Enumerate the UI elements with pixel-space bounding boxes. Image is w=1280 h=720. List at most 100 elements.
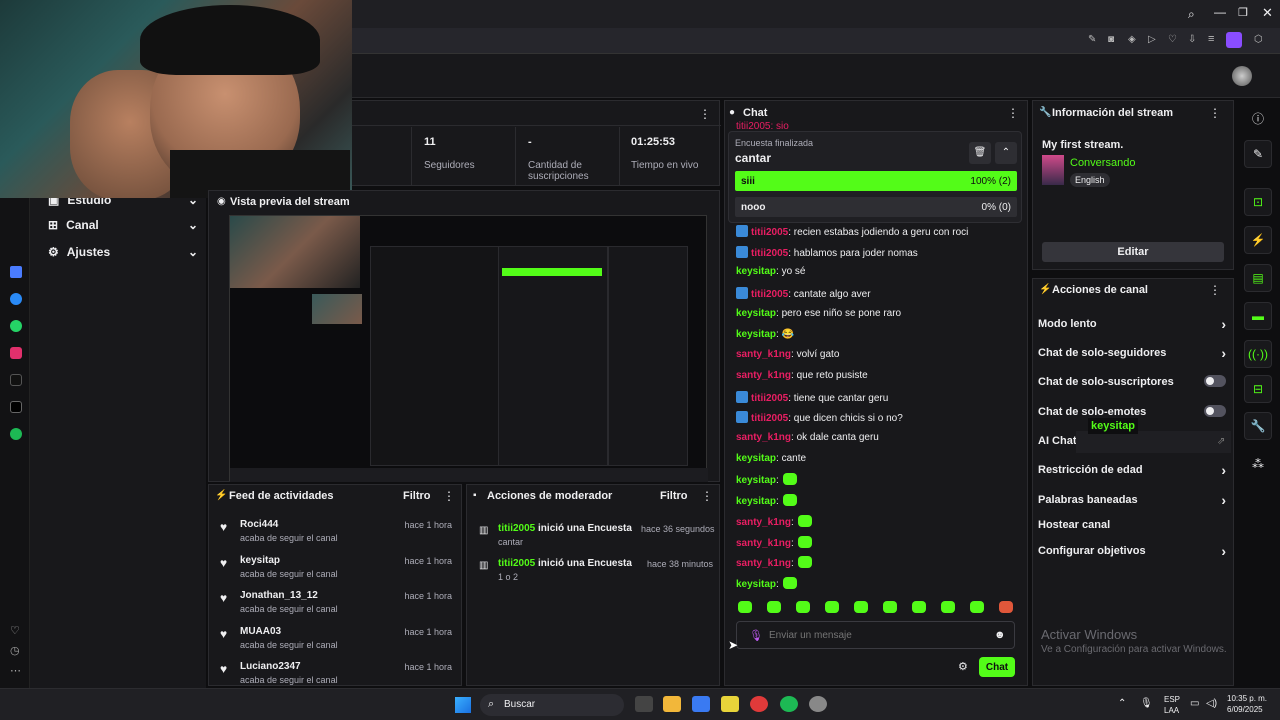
avatar[interactable]: [1232, 66, 1252, 86]
chat-username[interactable]: santy_k1ng: [736, 432, 791, 443]
more-options-icon[interactable]: ⋮: [1007, 106, 1019, 120]
mic-icon[interactable]: 🎙: [749, 629, 763, 642]
bolt-icon[interactable]: ⚡: [1244, 226, 1272, 254]
channel-action-item[interactable]: Modo lento ›: [1038, 316, 1226, 332]
chat-username[interactable]: titii2005: [751, 248, 788, 259]
shield-icon[interactable]: ◈: [1128, 34, 1136, 45]
messenger-icon[interactable]: [10, 293, 22, 305]
document-icon[interactable]: ▤: [1244, 264, 1272, 292]
channel-action-item[interactable]: Chat de solo-seguidores ›: [1038, 345, 1226, 361]
chat-message[interactable]: santy_k1ng: ok dale canta geru: [736, 432, 879, 443]
download-icon[interactable]: ⇩: [1188, 34, 1196, 45]
emote-icon[interactable]: [970, 601, 984, 613]
toggle-switch[interactable]: [1204, 375, 1226, 387]
emote-icon[interactable]: [738, 601, 752, 613]
chat-username[interactable]: santy_k1ng: [736, 538, 791, 549]
chat-username[interactable]: titii2005: [751, 227, 788, 238]
chat-username[interactable]: santy_k1ng: [736, 370, 791, 381]
layout-icon[interactable]: ⊟: [1244, 375, 1272, 403]
chat-username[interactable]: santy_k1ng: [736, 349, 791, 360]
chat-username[interactable]: keysitap: [736, 579, 776, 590]
info-icon[interactable]: ⓘ: [1252, 110, 1264, 127]
spotify-icon[interactable]: [10, 428, 22, 440]
channel-action-item[interactable]: Chat de solo-suscriptores: [1038, 375, 1226, 388]
chat-message[interactable]: keysitap:: [736, 576, 797, 590]
more-options-icon[interactable]: ⋮: [1209, 106, 1221, 120]
browser-address-bar[interactable]: ✎ ◙ ◈ ▷ ♡ ⇩ ≡ ⬡: [350, 28, 1280, 54]
emote-icon[interactable]: [941, 601, 955, 613]
emote-icon[interactable]: [767, 601, 781, 613]
task-view-icon[interactable]: [635, 696, 653, 712]
chat-message[interactable]: keysitap:: [736, 494, 797, 507]
mic-icon[interactable]: 🎙: [1140, 698, 1153, 709]
store-icon[interactable]: [692, 696, 710, 712]
tiktok-icon[interactable]: [10, 374, 22, 386]
chat-message[interactable]: keysitap:: [736, 473, 797, 486]
chat-message[interactable]: titii2005: recien estabas jodiendo a ger…: [736, 225, 968, 238]
target-icon[interactable]: ⊡: [1244, 188, 1272, 216]
chevron-up-icon[interactable]: ⌃: [1118, 698, 1126, 709]
emote-icon[interactable]: [999, 601, 1013, 613]
chat-message[interactable]: keysitap: cante: [736, 453, 806, 464]
chat-input-wrap[interactable]: 🎙 ☻: [736, 621, 1015, 649]
chevron-up-icon[interactable]: ⌃: [995, 142, 1017, 164]
mod-filter-button[interactable]: Filtro: [660, 490, 688, 502]
chat-message[interactable]: titii2005: cantate algo aver: [736, 287, 871, 300]
instagram-icon[interactable]: [10, 347, 22, 359]
chat-message[interactable]: titii2005: hablamos para joder nomas: [736, 245, 918, 259]
chat-username[interactable]: keysitap: [736, 308, 776, 319]
channel-action-item[interactable]: Chat de solo-emotes: [1038, 405, 1226, 418]
file-explorer-icon[interactable]: [663, 696, 681, 712]
channel-action-item[interactable]: Palabras baneadas ›: [1038, 492, 1226, 508]
whatsapp-icon[interactable]: [10, 320, 22, 332]
spotify-icon[interactable]: [780, 696, 798, 712]
chat-username[interactable]: titii2005: [751, 393, 788, 404]
plugin-icon[interactable]: ⁂: [1252, 457, 1264, 471]
wrench-icon[interactable]: 🔧: [1244, 412, 1272, 440]
chat-message[interactable]: santy_k1ng: que reto pusiste: [736, 370, 868, 381]
emote-icon[interactable]: [796, 601, 810, 613]
taskbar-search[interactable]: ⌕ Buscar: [480, 694, 624, 716]
play-icon[interactable]: ▷: [1148, 34, 1156, 45]
chat-username[interactable]: titii2005: [751, 289, 788, 300]
edit-button[interactable]: Editar: [1042, 242, 1224, 262]
feed-filter-button[interactable]: Filtro: [403, 490, 431, 502]
send-chat-button[interactable]: Chat: [979, 657, 1015, 677]
more-options-icon[interactable]: ⋮: [699, 107, 711, 121]
chat-message[interactable]: titii2005: tiene que cantar geru: [736, 390, 888, 404]
chat-username[interactable]: keysitap: [736, 453, 776, 464]
chat-username[interactable]: santy_k1ng: [736, 517, 791, 528]
sidebar-item-canal[interactable]: ⊞ Canal ⌄: [48, 218, 198, 232]
emote-icon[interactable]: [825, 601, 839, 613]
opera-icon[interactable]: [750, 696, 768, 712]
emote-icon[interactable]: [854, 601, 868, 613]
chat-username[interactable]: keysitap: [736, 266, 776, 277]
x-icon[interactable]: [10, 401, 22, 413]
emote-icon[interactable]: [912, 601, 926, 613]
app-icon[interactable]: [809, 696, 827, 712]
gear-icon[interactable]: ⚙: [958, 660, 968, 673]
search-icon[interactable]: ⌕: [1188, 7, 1195, 22]
heart-icon[interactable]: ♡: [1168, 34, 1177, 45]
app-icon[interactable]: [721, 696, 739, 712]
chat-message[interactable]: santy_k1ng: volví gato: [736, 349, 839, 360]
chat-username[interactable]: titii2005: [751, 413, 788, 424]
windows-start-icon[interactable]: [455, 697, 471, 713]
more-options-icon[interactable]: ⋮: [1209, 283, 1221, 297]
restore-icon[interactable]: ❐: [1238, 6, 1248, 19]
external-link-icon[interactable]: ⇗: [1217, 436, 1225, 447]
profile-icon[interactable]: [1226, 32, 1242, 48]
volume-icon[interactable]: ◁): [1206, 698, 1217, 709]
network-icon[interactable]: ▭: [1190, 698, 1199, 709]
edit-icon[interactable]: ✎: [1244, 140, 1272, 168]
more-options-icon[interactable]: ⋮: [443, 489, 455, 503]
chat-message[interactable]: titii2005: que dicen chicis si o no?: [736, 411, 903, 424]
edit-icon[interactable]: ✎: [1088, 34, 1096, 45]
more-options-icon[interactable]: ⋮: [701, 489, 713, 503]
emote-icon[interactable]: [883, 601, 897, 613]
sidebar-item-ajustes[interactable]: ⚙ Ajustes ⌄: [48, 245, 198, 259]
emoji-icon[interactable]: ☻: [994, 629, 1006, 641]
chat-message[interactable]: keysitap: yo sé: [736, 266, 806, 277]
chat-message[interactable]: santy_k1ng:: [736, 535, 812, 549]
chat-input[interactable]: [769, 626, 979, 644]
